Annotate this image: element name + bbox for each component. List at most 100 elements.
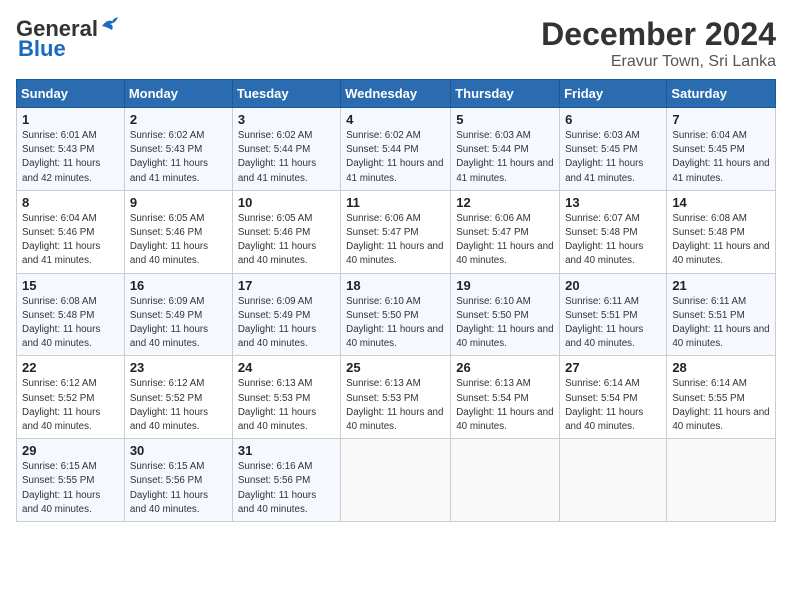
calendar-day-cell: 9 Sunrise: 6:05 AM Sunset: 5:46 PM Dayli… xyxy=(124,190,232,273)
day-number: 10 xyxy=(238,195,335,210)
calendar-day-cell: 5 Sunrise: 6:03 AM Sunset: 5:44 PM Dayli… xyxy=(451,108,560,191)
calendar-table: Sunday Monday Tuesday Wednesday Thursday… xyxy=(16,79,776,522)
day-number: 31 xyxy=(238,443,335,458)
day-info: Sunrise: 6:10 AM Sunset: 5:50 PM Dayligh… xyxy=(346,295,445,352)
calendar-day-cell xyxy=(560,439,667,522)
calendar-day-cell: 26 Sunrise: 6:13 AM Sunset: 5:54 PM Dayl… xyxy=(451,356,560,439)
calendar-day-cell: 1 Sunrise: 6:01 AM Sunset: 5:43 PM Dayli… xyxy=(17,108,125,191)
col-friday: Friday xyxy=(560,80,667,108)
day-info: Sunrise: 6:15 AM Sunset: 5:56 PM Dayligh… xyxy=(130,460,227,517)
calendar-header-row: Sunday Monday Tuesday Wednesday Thursday… xyxy=(17,80,776,108)
day-number: 18 xyxy=(346,278,445,293)
day-info: Sunrise: 6:13 AM Sunset: 5:54 PM Dayligh… xyxy=(456,377,554,434)
day-number: 5 xyxy=(456,112,554,127)
calendar-week-row: 1 Sunrise: 6:01 AM Sunset: 5:43 PM Dayli… xyxy=(17,108,776,191)
day-number: 7 xyxy=(672,112,770,127)
col-tuesday: Tuesday xyxy=(232,80,340,108)
day-info: Sunrise: 6:08 AM Sunset: 5:48 PM Dayligh… xyxy=(672,212,770,269)
day-number: 17 xyxy=(238,278,335,293)
day-number: 15 xyxy=(22,278,119,293)
calendar-day-cell: 3 Sunrise: 6:02 AM Sunset: 5:44 PM Dayli… xyxy=(232,108,340,191)
calendar-day-cell: 7 Sunrise: 6:04 AM Sunset: 5:45 PM Dayli… xyxy=(667,108,776,191)
day-info: Sunrise: 6:13 AM Sunset: 5:53 PM Dayligh… xyxy=(346,377,445,434)
calendar-day-cell: 8 Sunrise: 6:04 AM Sunset: 5:46 PM Dayli… xyxy=(17,190,125,273)
day-number: 24 xyxy=(238,360,335,375)
col-sunday: Sunday xyxy=(17,80,125,108)
day-number: 2 xyxy=(130,112,227,127)
title-block: December 2024 Eravur Town, Sri Lanka xyxy=(541,16,776,71)
day-info: Sunrise: 6:02 AM Sunset: 5:44 PM Dayligh… xyxy=(238,129,335,186)
day-info: Sunrise: 6:04 AM Sunset: 5:46 PM Dayligh… xyxy=(22,212,119,269)
day-info: Sunrise: 6:16 AM Sunset: 5:56 PM Dayligh… xyxy=(238,460,335,517)
day-info: Sunrise: 6:11 AM Sunset: 5:51 PM Dayligh… xyxy=(565,295,661,352)
day-number: 16 xyxy=(130,278,227,293)
day-info: Sunrise: 6:03 AM Sunset: 5:44 PM Dayligh… xyxy=(456,129,554,186)
day-info: Sunrise: 6:04 AM Sunset: 5:45 PM Dayligh… xyxy=(672,129,770,186)
calendar-day-cell: 19 Sunrise: 6:10 AM Sunset: 5:50 PM Dayl… xyxy=(451,273,560,356)
page-title: December 2024 xyxy=(541,16,776,53)
day-number: 12 xyxy=(456,195,554,210)
calendar-day-cell: 6 Sunrise: 6:03 AM Sunset: 5:45 PM Dayli… xyxy=(560,108,667,191)
day-info: Sunrise: 6:12 AM Sunset: 5:52 PM Dayligh… xyxy=(130,377,227,434)
calendar-day-cell: 27 Sunrise: 6:14 AM Sunset: 5:54 PM Dayl… xyxy=(560,356,667,439)
calendar-day-cell: 21 Sunrise: 6:11 AM Sunset: 5:51 PM Dayl… xyxy=(667,273,776,356)
col-saturday: Saturday xyxy=(667,80,776,108)
day-number: 3 xyxy=(238,112,335,127)
day-info: Sunrise: 6:01 AM Sunset: 5:43 PM Dayligh… xyxy=(22,129,119,186)
day-info: Sunrise: 6:05 AM Sunset: 5:46 PM Dayligh… xyxy=(130,212,227,269)
day-number: 8 xyxy=(22,195,119,210)
day-number: 27 xyxy=(565,360,661,375)
day-info: Sunrise: 6:09 AM Sunset: 5:49 PM Dayligh… xyxy=(130,295,227,352)
calendar-day-cell: 16 Sunrise: 6:09 AM Sunset: 5:49 PM Dayl… xyxy=(124,273,232,356)
col-thursday: Thursday xyxy=(451,80,560,108)
day-info: Sunrise: 6:07 AM Sunset: 5:48 PM Dayligh… xyxy=(565,212,661,269)
page-header: General Blue December 2024 Eravur Town, … xyxy=(16,16,776,71)
calendar-day-cell: 20 Sunrise: 6:11 AM Sunset: 5:51 PM Dayl… xyxy=(560,273,667,356)
day-info: Sunrise: 6:10 AM Sunset: 5:50 PM Dayligh… xyxy=(456,295,554,352)
day-info: Sunrise: 6:13 AM Sunset: 5:53 PM Dayligh… xyxy=(238,377,335,434)
logo: General Blue xyxy=(16,16,122,62)
calendar-day-cell: 2 Sunrise: 6:02 AM Sunset: 5:43 PM Dayli… xyxy=(124,108,232,191)
calendar-day-cell: 22 Sunrise: 6:12 AM Sunset: 5:52 PM Dayl… xyxy=(17,356,125,439)
col-wednesday: Wednesday xyxy=(341,80,451,108)
day-info: Sunrise: 6:03 AM Sunset: 5:45 PM Dayligh… xyxy=(565,129,661,186)
calendar-day-cell: 31 Sunrise: 6:16 AM Sunset: 5:56 PM Dayl… xyxy=(232,439,340,522)
calendar-week-row: 8 Sunrise: 6:04 AM Sunset: 5:46 PM Dayli… xyxy=(17,190,776,273)
calendar-day-cell: 28 Sunrise: 6:14 AM Sunset: 5:55 PM Dayl… xyxy=(667,356,776,439)
page-subtitle: Eravur Town, Sri Lanka xyxy=(541,53,776,71)
calendar-day-cell xyxy=(341,439,451,522)
day-number: 22 xyxy=(22,360,119,375)
day-info: Sunrise: 6:05 AM Sunset: 5:46 PM Dayligh… xyxy=(238,212,335,269)
calendar-week-row: 15 Sunrise: 6:08 AM Sunset: 5:48 PM Dayl… xyxy=(17,273,776,356)
day-number: 28 xyxy=(672,360,770,375)
calendar-week-row: 22 Sunrise: 6:12 AM Sunset: 5:52 PM Dayl… xyxy=(17,356,776,439)
day-info: Sunrise: 6:02 AM Sunset: 5:43 PM Dayligh… xyxy=(130,129,227,186)
day-info: Sunrise: 6:09 AM Sunset: 5:49 PM Dayligh… xyxy=(238,295,335,352)
day-info: Sunrise: 6:14 AM Sunset: 5:55 PM Dayligh… xyxy=(672,377,770,434)
day-info: Sunrise: 6:08 AM Sunset: 5:48 PM Dayligh… xyxy=(22,295,119,352)
calendar-day-cell: 29 Sunrise: 6:15 AM Sunset: 5:55 PM Dayl… xyxy=(17,439,125,522)
calendar-day-cell: 13 Sunrise: 6:07 AM Sunset: 5:48 PM Dayl… xyxy=(560,190,667,273)
calendar-day-cell: 23 Sunrise: 6:12 AM Sunset: 5:52 PM Dayl… xyxy=(124,356,232,439)
day-number: 26 xyxy=(456,360,554,375)
calendar-day-cell xyxy=(667,439,776,522)
day-number: 21 xyxy=(672,278,770,293)
day-number: 4 xyxy=(346,112,445,127)
day-info: Sunrise: 6:12 AM Sunset: 5:52 PM Dayligh… xyxy=(22,377,119,434)
day-info: Sunrise: 6:15 AM Sunset: 5:55 PM Dayligh… xyxy=(22,460,119,517)
day-number: 6 xyxy=(565,112,661,127)
day-number: 20 xyxy=(565,278,661,293)
calendar-day-cell: 14 Sunrise: 6:08 AM Sunset: 5:48 PM Dayl… xyxy=(667,190,776,273)
logo-blue: Blue xyxy=(18,36,66,62)
day-number: 11 xyxy=(346,195,445,210)
logo-bird-icon xyxy=(100,16,122,34)
calendar-day-cell: 24 Sunrise: 6:13 AM Sunset: 5:53 PM Dayl… xyxy=(232,356,340,439)
calendar-week-row: 29 Sunrise: 6:15 AM Sunset: 5:55 PM Dayl… xyxy=(17,439,776,522)
day-number: 9 xyxy=(130,195,227,210)
day-info: Sunrise: 6:06 AM Sunset: 5:47 PM Dayligh… xyxy=(346,212,445,269)
day-number: 13 xyxy=(565,195,661,210)
calendar-day-cell: 15 Sunrise: 6:08 AM Sunset: 5:48 PM Dayl… xyxy=(17,273,125,356)
calendar-day-cell: 30 Sunrise: 6:15 AM Sunset: 5:56 PM Dayl… xyxy=(124,439,232,522)
calendar-day-cell: 25 Sunrise: 6:13 AM Sunset: 5:53 PM Dayl… xyxy=(341,356,451,439)
day-info: Sunrise: 6:06 AM Sunset: 5:47 PM Dayligh… xyxy=(456,212,554,269)
